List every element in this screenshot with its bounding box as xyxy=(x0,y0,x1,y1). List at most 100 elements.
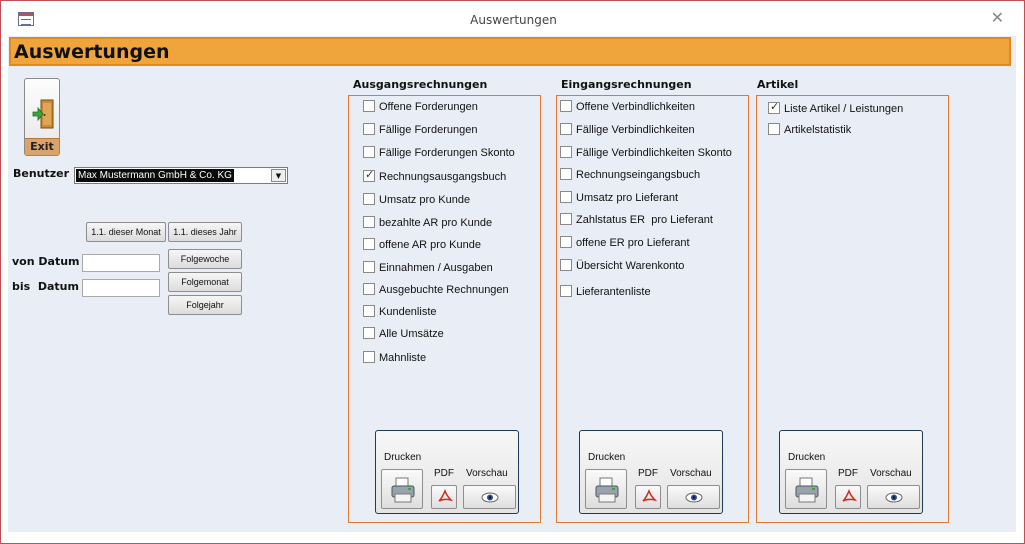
checkbox-label: Fällige Forderungen xyxy=(379,124,478,136)
checkbox-box[interactable] xyxy=(363,351,375,363)
checkbox-box[interactable] xyxy=(363,327,375,339)
print-button[interactable] xyxy=(785,469,827,509)
checkbox-label: Fällige Verbindlichkeiten Skonto xyxy=(576,147,732,159)
pdf-label: PDF xyxy=(434,468,454,479)
pdf-icon xyxy=(842,489,857,502)
checkbox-umsatz-pro-lieferant[interactable]: Umsatz pro Lieferant xyxy=(560,191,678,204)
checkbox-box[interactable] xyxy=(363,216,375,228)
checkbox-box[interactable] xyxy=(560,259,572,271)
checkbox-box[interactable] xyxy=(560,100,572,112)
checkbox-offene-ar[interactable]: offene AR pro Kunde xyxy=(363,238,481,251)
print-button[interactable] xyxy=(381,469,423,509)
ausgang-group-title: Ausgangsrechnungen xyxy=(353,78,488,91)
checkbox-label: Offene Verbindlichkeiten xyxy=(576,101,696,113)
next-month-button[interactable]: Folgemonat xyxy=(168,272,242,292)
eye-icon xyxy=(685,492,703,503)
checkbox-box[interactable] xyxy=(363,193,375,205)
checkbox-box[interactable] xyxy=(560,146,572,158)
ausgang-group: Offene Forderungen Fällige Forderungen F… xyxy=(348,95,541,523)
print-label: Drucken xyxy=(384,452,422,463)
pdf-button[interactable] xyxy=(635,485,661,509)
checkbox-einnahmen-ausgaben[interactable]: Einnahmen / Ausgaben xyxy=(363,261,493,274)
checkbox-label: Umsatz pro Lieferant xyxy=(576,192,679,204)
to-date-label: bis Datum xyxy=(12,280,79,293)
app-window: Auswertungen ✕ Auswertungen Exit Benutze… xyxy=(0,0,1025,544)
checkbox-box[interactable] xyxy=(560,168,572,180)
checkbox-box[interactable] xyxy=(560,285,572,297)
checkbox-faellige-verbindlichkeiten-skonto[interactable]: Fällige Verbindlichkeiten Skonto xyxy=(560,146,732,159)
checkbox-label: Liste Artikel / Leistungen xyxy=(784,103,904,115)
first-of-year-button[interactable]: 1.1. dieses Jahr xyxy=(168,222,242,242)
preview-label: Vorschau xyxy=(870,468,912,479)
checkbox-bezahlte-ar[interactable]: bezahlte AR pro Kunde xyxy=(363,216,492,229)
next-week-button[interactable]: Folgewoche xyxy=(168,249,242,269)
pdf-label: PDF xyxy=(838,468,858,479)
pdf-label: PDF xyxy=(638,468,658,479)
checkbox-box[interactable] xyxy=(363,146,375,158)
eye-icon xyxy=(885,492,903,503)
checkbox-label: Übersicht Warenkonto xyxy=(576,260,685,272)
checkbox-box[interactable] xyxy=(560,213,572,225)
pdf-button[interactable] xyxy=(835,485,861,509)
checkbox-rechnungsausgangsbuch[interactable]: Rechnungsausgangsbuch xyxy=(363,168,506,183)
checkbox-rechnungseingangsbuch[interactable]: Rechnungseingangsbuch xyxy=(560,168,700,181)
checkbox-label: Fällige Verbindlichkeiten xyxy=(576,124,695,136)
artikel-group-title: Artikel xyxy=(757,78,799,91)
checkbox-umsatz-pro-kunde[interactable]: Umsatz pro Kunde xyxy=(363,193,470,206)
checkbox-ausgebuchte-rechnungen[interactable]: Ausgebuchte Rechnungen xyxy=(363,283,509,296)
next-year-button[interactable]: Folgejahr xyxy=(168,295,242,315)
form-header: Auswertungen xyxy=(9,37,1011,66)
checkbox-box[interactable] xyxy=(768,123,780,135)
exit-label: Exit xyxy=(30,140,54,153)
exit-button[interactable]: Exit xyxy=(24,78,60,156)
checkbox-box[interactable] xyxy=(768,100,780,114)
checkbox-label: Artikelstatistik xyxy=(784,124,852,136)
checkbox-mahnliste[interactable]: Mahnliste xyxy=(363,351,426,364)
to-date-input[interactable] xyxy=(82,279,160,297)
checkbox-alle-umsaetze[interactable]: Alle Umsätze xyxy=(363,327,444,340)
page-title: Auswertungen xyxy=(14,41,170,63)
checkbox-offene-forderungen[interactable]: Offene Forderungen xyxy=(363,100,478,113)
exit-label-bar: Exit xyxy=(25,138,59,155)
checkbox-box[interactable] xyxy=(560,191,572,203)
checkbox-artikelstatistik[interactable]: Artikelstatistik xyxy=(768,123,851,136)
pdf-icon xyxy=(642,489,657,502)
checkbox-box[interactable] xyxy=(363,100,375,112)
checkbox-liste-artikel[interactable]: Liste Artikel / Leistungen xyxy=(768,100,904,115)
checkbox-offene-verbindlichkeiten[interactable]: Offene Verbindlichkeiten xyxy=(560,100,695,113)
checkbox-zahlstatus-er[interactable]: Zahlstatus ER pro Lieferant xyxy=(560,213,713,226)
checkbox-box[interactable] xyxy=(363,261,375,273)
checkbox-uebersicht-warenkonto[interactable]: Übersicht Warenkonto xyxy=(560,259,684,272)
preview-button[interactable] xyxy=(867,485,920,509)
checkbox-box[interactable] xyxy=(363,305,375,317)
checkbox-label: offene AR pro Kunde xyxy=(379,239,481,251)
checkbox-box[interactable] xyxy=(363,123,375,135)
checkbox-faellige-forderungen-skonto[interactable]: Fällige Forderungen Skonto xyxy=(363,146,515,159)
checkbox-faellige-verbindlichkeiten[interactable]: Fällige Verbindlichkeiten xyxy=(560,123,695,136)
from-date-input[interactable] xyxy=(82,254,160,272)
checkbox-box[interactable] xyxy=(560,236,572,248)
checkbox-box[interactable] xyxy=(363,283,375,295)
preview-button[interactable] xyxy=(463,485,516,509)
print-label: Drucken xyxy=(588,452,626,463)
checkbox-label: Alle Umsätze xyxy=(379,328,444,340)
ausgang-print-panel: Drucken PDF Vorschau xyxy=(375,430,519,514)
chevron-down-icon[interactable]: ▼ xyxy=(271,169,286,182)
preview-button[interactable] xyxy=(667,485,720,509)
checkbox-box[interactable] xyxy=(363,238,375,250)
eingang-group: Offene Verbindlichkeiten Fällige Verbind… xyxy=(556,95,749,523)
checkbox-label: Umsatz pro Kunde xyxy=(379,194,471,206)
print-button[interactable] xyxy=(585,469,627,509)
checkbox-box[interactable] xyxy=(560,123,572,135)
checkbox-faellige-forderungen[interactable]: Fällige Forderungen xyxy=(363,123,477,136)
checkbox-lieferantenliste[interactable]: Lieferantenliste xyxy=(560,285,651,298)
checkbox-offene-er[interactable]: offene ER pro Lieferant xyxy=(560,236,690,249)
first-of-month-button[interactable]: 1.1. dieser Monat xyxy=(86,222,166,242)
checkbox-kundenliste[interactable]: Kundenliste xyxy=(363,305,437,318)
pdf-button[interactable] xyxy=(431,485,457,509)
close-icon[interactable]: ✕ xyxy=(991,8,1004,27)
checkbox-label: Zahlstatus ER pro Lieferant xyxy=(576,214,713,226)
checkbox-label: Offene Forderungen xyxy=(379,101,478,113)
checkbox-box[interactable] xyxy=(363,168,375,182)
user-combobox[interactable]: Max Mustermann GmbH & Co. KG ▼ xyxy=(74,167,288,184)
